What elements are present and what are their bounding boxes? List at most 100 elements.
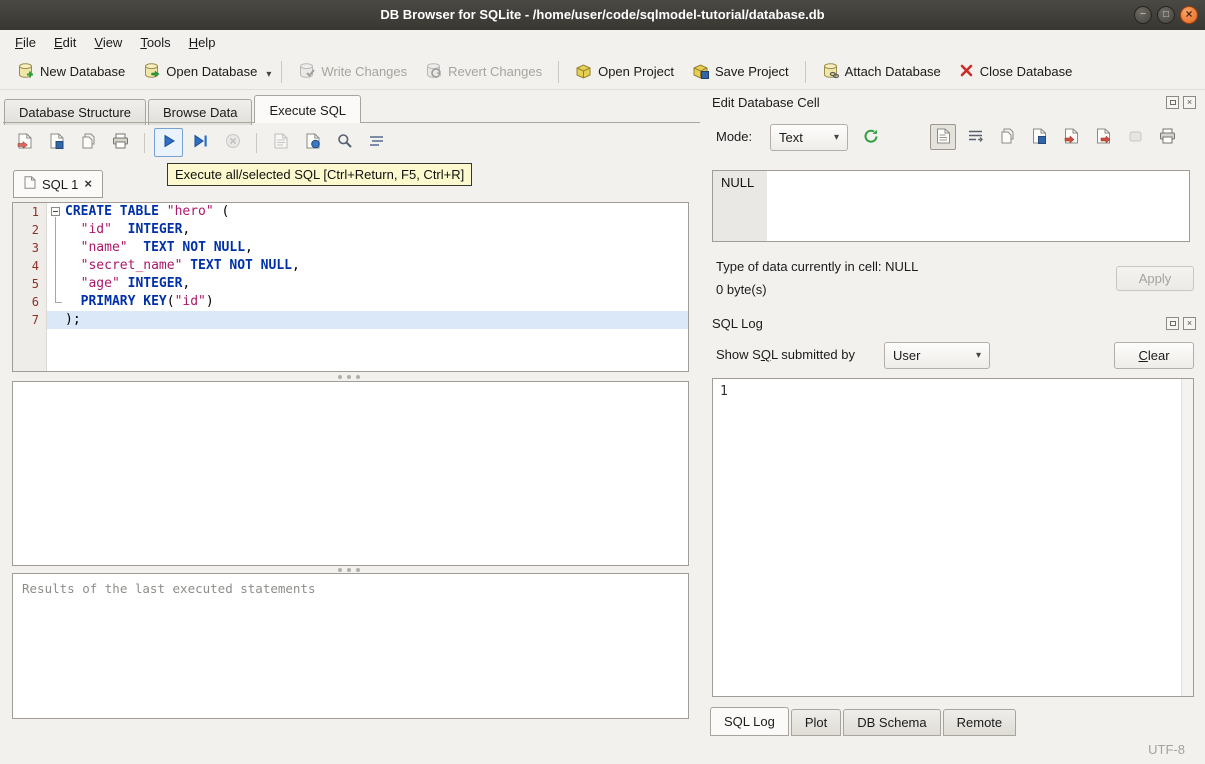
- execute-all-icon: [162, 134, 176, 151]
- cell-print-button[interactable]: [1154, 124, 1180, 150]
- menu-help[interactable]: Help: [180, 32, 225, 53]
- cell-save-button[interactable]: [1026, 124, 1052, 150]
- encoding-status: UTF-8: [1148, 742, 1185, 757]
- sql-print-button[interactable]: [106, 128, 135, 157]
- close-button[interactable]: ×: [1180, 6, 1198, 24]
- splitter-handle[interactable]: [338, 375, 342, 379]
- revert-changes-button[interactable]: Revert Changes: [416, 58, 551, 86]
- toolbar-separator: [281, 60, 283, 83]
- import-icon: [1064, 128, 1079, 147]
- code-line-current: 7 );: [13, 311, 688, 329]
- bottom-dock-tab-bar: SQL Log Plot DB Schema Remote: [710, 707, 1018, 736]
- open-project-icon: [575, 62, 592, 82]
- write-changes-button[interactable]: Write Changes: [289, 58, 416, 86]
- dock-float-icon[interactable]: [1166, 95, 1179, 109]
- maximize-button[interactable]: □: [1157, 6, 1175, 24]
- tab-sql-log[interactable]: SQL Log: [710, 707, 789, 736]
- cell-value-editor[interactable]: NULL: [712, 170, 1190, 242]
- execute-line-icon: [193, 134, 208, 151]
- sql-print-icon: [112, 133, 129, 152]
- cell-auto-mode-button[interactable]: [858, 124, 884, 150]
- submitted-by-combo[interactable]: User ▾: [884, 342, 990, 369]
- new-database-icon: [17, 62, 34, 82]
- sql-tab-close-icon[interactable]: ×: [84, 177, 92, 190]
- dock-close-icon[interactable]: ×: [1183, 95, 1196, 109]
- attach-database-icon: [822, 62, 839, 82]
- cell-word-wrap-button[interactable]: [962, 124, 988, 150]
- log-scrollbar[interactable]: [1181, 379, 1193, 696]
- print-icon: [1159, 128, 1176, 147]
- chevron-down-icon: ▾: [833, 132, 839, 143]
- save-project-button[interactable]: Save Project: [683, 58, 798, 86]
- tab-db-schema[interactable]: DB Schema: [843, 709, 941, 736]
- tab-plot[interactable]: Plot: [790, 709, 842, 736]
- main-toolbar: New Database Open Database ▾ Write Chang…: [0, 54, 1205, 90]
- cell-set-null-button[interactable]: [1122, 124, 1148, 150]
- sql-toolbar-separator: [144, 132, 145, 153]
- results-placeholder-text: Results of the last executed statements: [22, 581, 316, 596]
- code-line: 5 "age" INTEGER,: [31, 276, 191, 291]
- text-document-icon: [936, 128, 951, 147]
- close-database-button[interactable]: Close Database: [950, 59, 1082, 85]
- sql-save-results-button[interactable]: [266, 128, 295, 157]
- fold-marker-icon[interactable]: [51, 207, 60, 216]
- cell-export-button[interactable]: [1090, 124, 1116, 150]
- open-database-icon: [143, 62, 160, 82]
- sql-log-view[interactable]: 1: [712, 378, 1194, 697]
- cell-text-view-button[interactable]: [930, 124, 956, 150]
- dock-close-icon[interactable]: ×: [1183, 316, 1196, 330]
- tab-remote[interactable]: Remote: [942, 709, 1017, 736]
- open-project-button[interactable]: Open Project: [566, 58, 683, 86]
- menu-bar: File Edit View Tools Help: [0, 30, 1205, 54]
- window-title: DB Browser for SQLite - /home/user/code/…: [380, 7, 825, 22]
- sql-execute-line-button[interactable]: [186, 128, 215, 157]
- cell-value-text: NULL: [721, 175, 755, 190]
- sql-stop-button[interactable]: [218, 128, 247, 157]
- sql-log-dock-title: SQL Log: [712, 315, 763, 331]
- find-replace-icon: [337, 133, 353, 152]
- minimize-button[interactable]: −: [1134, 6, 1152, 24]
- open-database-dropdown[interactable]: ▾: [266, 61, 274, 82]
- cell-copy-button[interactable]: [994, 124, 1020, 150]
- toolbar-separator: [558, 60, 560, 83]
- new-database-button[interactable]: New Database: [8, 58, 134, 86]
- code-line: 1 CREATE TABLE "hero" (: [31, 204, 230, 219]
- sql-execute-all-button[interactable]: [154, 128, 183, 157]
- sql-save-as-button[interactable]: [74, 128, 103, 157]
- sql-export-button[interactable]: [298, 128, 327, 157]
- mode-combo[interactable]: Text ▾: [770, 124, 848, 151]
- sql-open-file-icon: [17, 133, 33, 152]
- edit-cell-dock-header: Edit Database Cell ×: [708, 92, 1200, 112]
- close-database-icon: [959, 63, 974, 81]
- sql-toolbar-separator: [256, 132, 257, 153]
- sql-toolbar: [10, 128, 391, 157]
- clear-button[interactable]: Clear: [1114, 342, 1194, 369]
- sql-save-as-icon: [81, 133, 97, 152]
- menu-tools[interactable]: Tools: [131, 32, 179, 53]
- sql-tab[interactable]: SQL 1 ×: [13, 170, 103, 198]
- results-message-panel: Results of the last executed statements: [12, 573, 689, 719]
- sql-export-icon: [305, 133, 321, 152]
- format-sql-icon: [369, 135, 384, 151]
- splitter-handle[interactable]: [338, 568, 342, 572]
- apply-button[interactable]: Apply: [1116, 266, 1194, 291]
- sql-editor[interactable]: 1 CREATE TABLE "hero" ( 2 "id" INTEGER, …: [12, 202, 689, 372]
- save-project-icon: [692, 62, 709, 82]
- sql-format-button[interactable]: [362, 128, 391, 157]
- export-icon: [1096, 128, 1111, 147]
- sql-find-replace-button[interactable]: [330, 128, 359, 157]
- attach-database-button[interactable]: Attach Database: [813, 58, 950, 86]
- log-line-number: 1: [720, 384, 728, 399]
- write-changes-icon: [298, 62, 316, 82]
- menu-file[interactable]: File: [6, 32, 45, 53]
- sql-tab-bar: SQL 1 ×: [13, 170, 103, 198]
- menu-edit[interactable]: Edit: [45, 32, 85, 53]
- cell-type-info: Type of data currently in cell: NULL: [716, 259, 919, 274]
- sql-open-file-button[interactable]: [10, 128, 39, 157]
- menu-view[interactable]: View: [85, 32, 131, 53]
- tab-execute-sql[interactable]: Execute SQL: [254, 95, 362, 123]
- open-database-button[interactable]: Open Database: [134, 58, 266, 86]
- cell-import-button[interactable]: [1058, 124, 1084, 150]
- sql-save-file-button[interactable]: [42, 128, 71, 157]
- dock-float-icon[interactable]: [1166, 316, 1179, 330]
